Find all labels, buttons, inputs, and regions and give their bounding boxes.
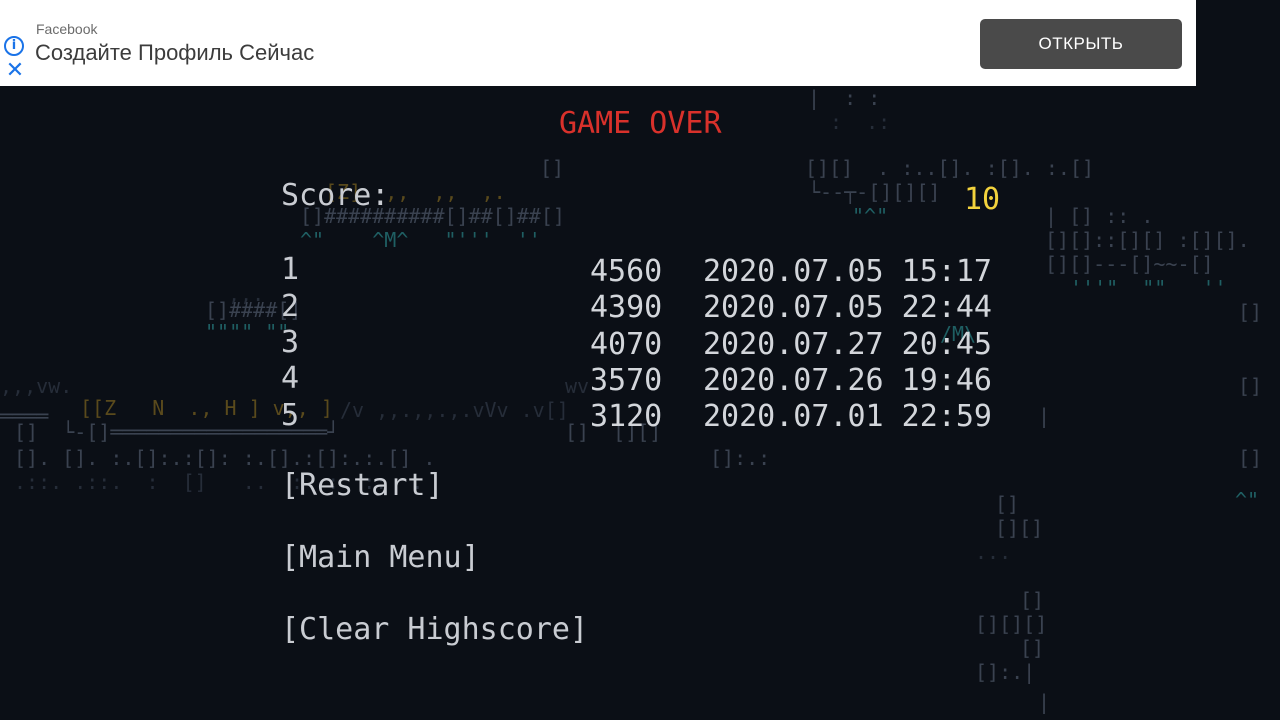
highscore-score: 3570 — [590, 363, 663, 398]
main-menu-button[interactable]: [Main Menu] — [281, 540, 480, 575]
highscore-score: 4560 — [590, 254, 663, 289]
highscore-score: 3120 — [590, 399, 663, 434]
score-value: 10 — [964, 182, 1001, 217]
highscore-rank: 5 — [281, 398, 300, 433]
ad-open-button[interactable]: ОТКРЫТЬ — [980, 19, 1182, 69]
info-icon[interactable]: i — [4, 36, 24, 56]
game-over-title: GAME OVER — [559, 106, 722, 141]
highscore-rank: 3 — [281, 325, 300, 360]
highscore-date: 2020.07.27 20:45 — [703, 327, 992, 362]
highscore-date: 2020.07.05 15:17 — [703, 254, 992, 289]
restart-button[interactable]: [Restart] — [281, 468, 444, 503]
score-label: Score: — [281, 178, 390, 213]
ad-brand: Facebook — [36, 21, 98, 37]
highscore-date: 2020.07.05 22:44 — [703, 290, 992, 325]
highscore-score: 4390 — [590, 290, 663, 325]
highscore-rank: 1 — [281, 252, 300, 287]
clear-highscore-button[interactable]: [Clear Highscore] — [281, 612, 588, 647]
ad-headline[interactable]: Создайте Профиль Сейчас — [35, 40, 314, 66]
highscore-score: 4070 — [590, 327, 663, 362]
highscore-rank: 4 — [281, 361, 300, 396]
highscore-rank: 2 — [281, 289, 300, 324]
highscore-date: 2020.07.01 22:59 — [703, 399, 992, 434]
close-icon[interactable]: ✕ — [4, 60, 26, 82]
ad-banner[interactable]: i ✕ Facebook Создайте Профиль Сейчас ОТК… — [0, 0, 1196, 86]
highscore-date: 2020.07.26 19:46 — [703, 363, 992, 398]
